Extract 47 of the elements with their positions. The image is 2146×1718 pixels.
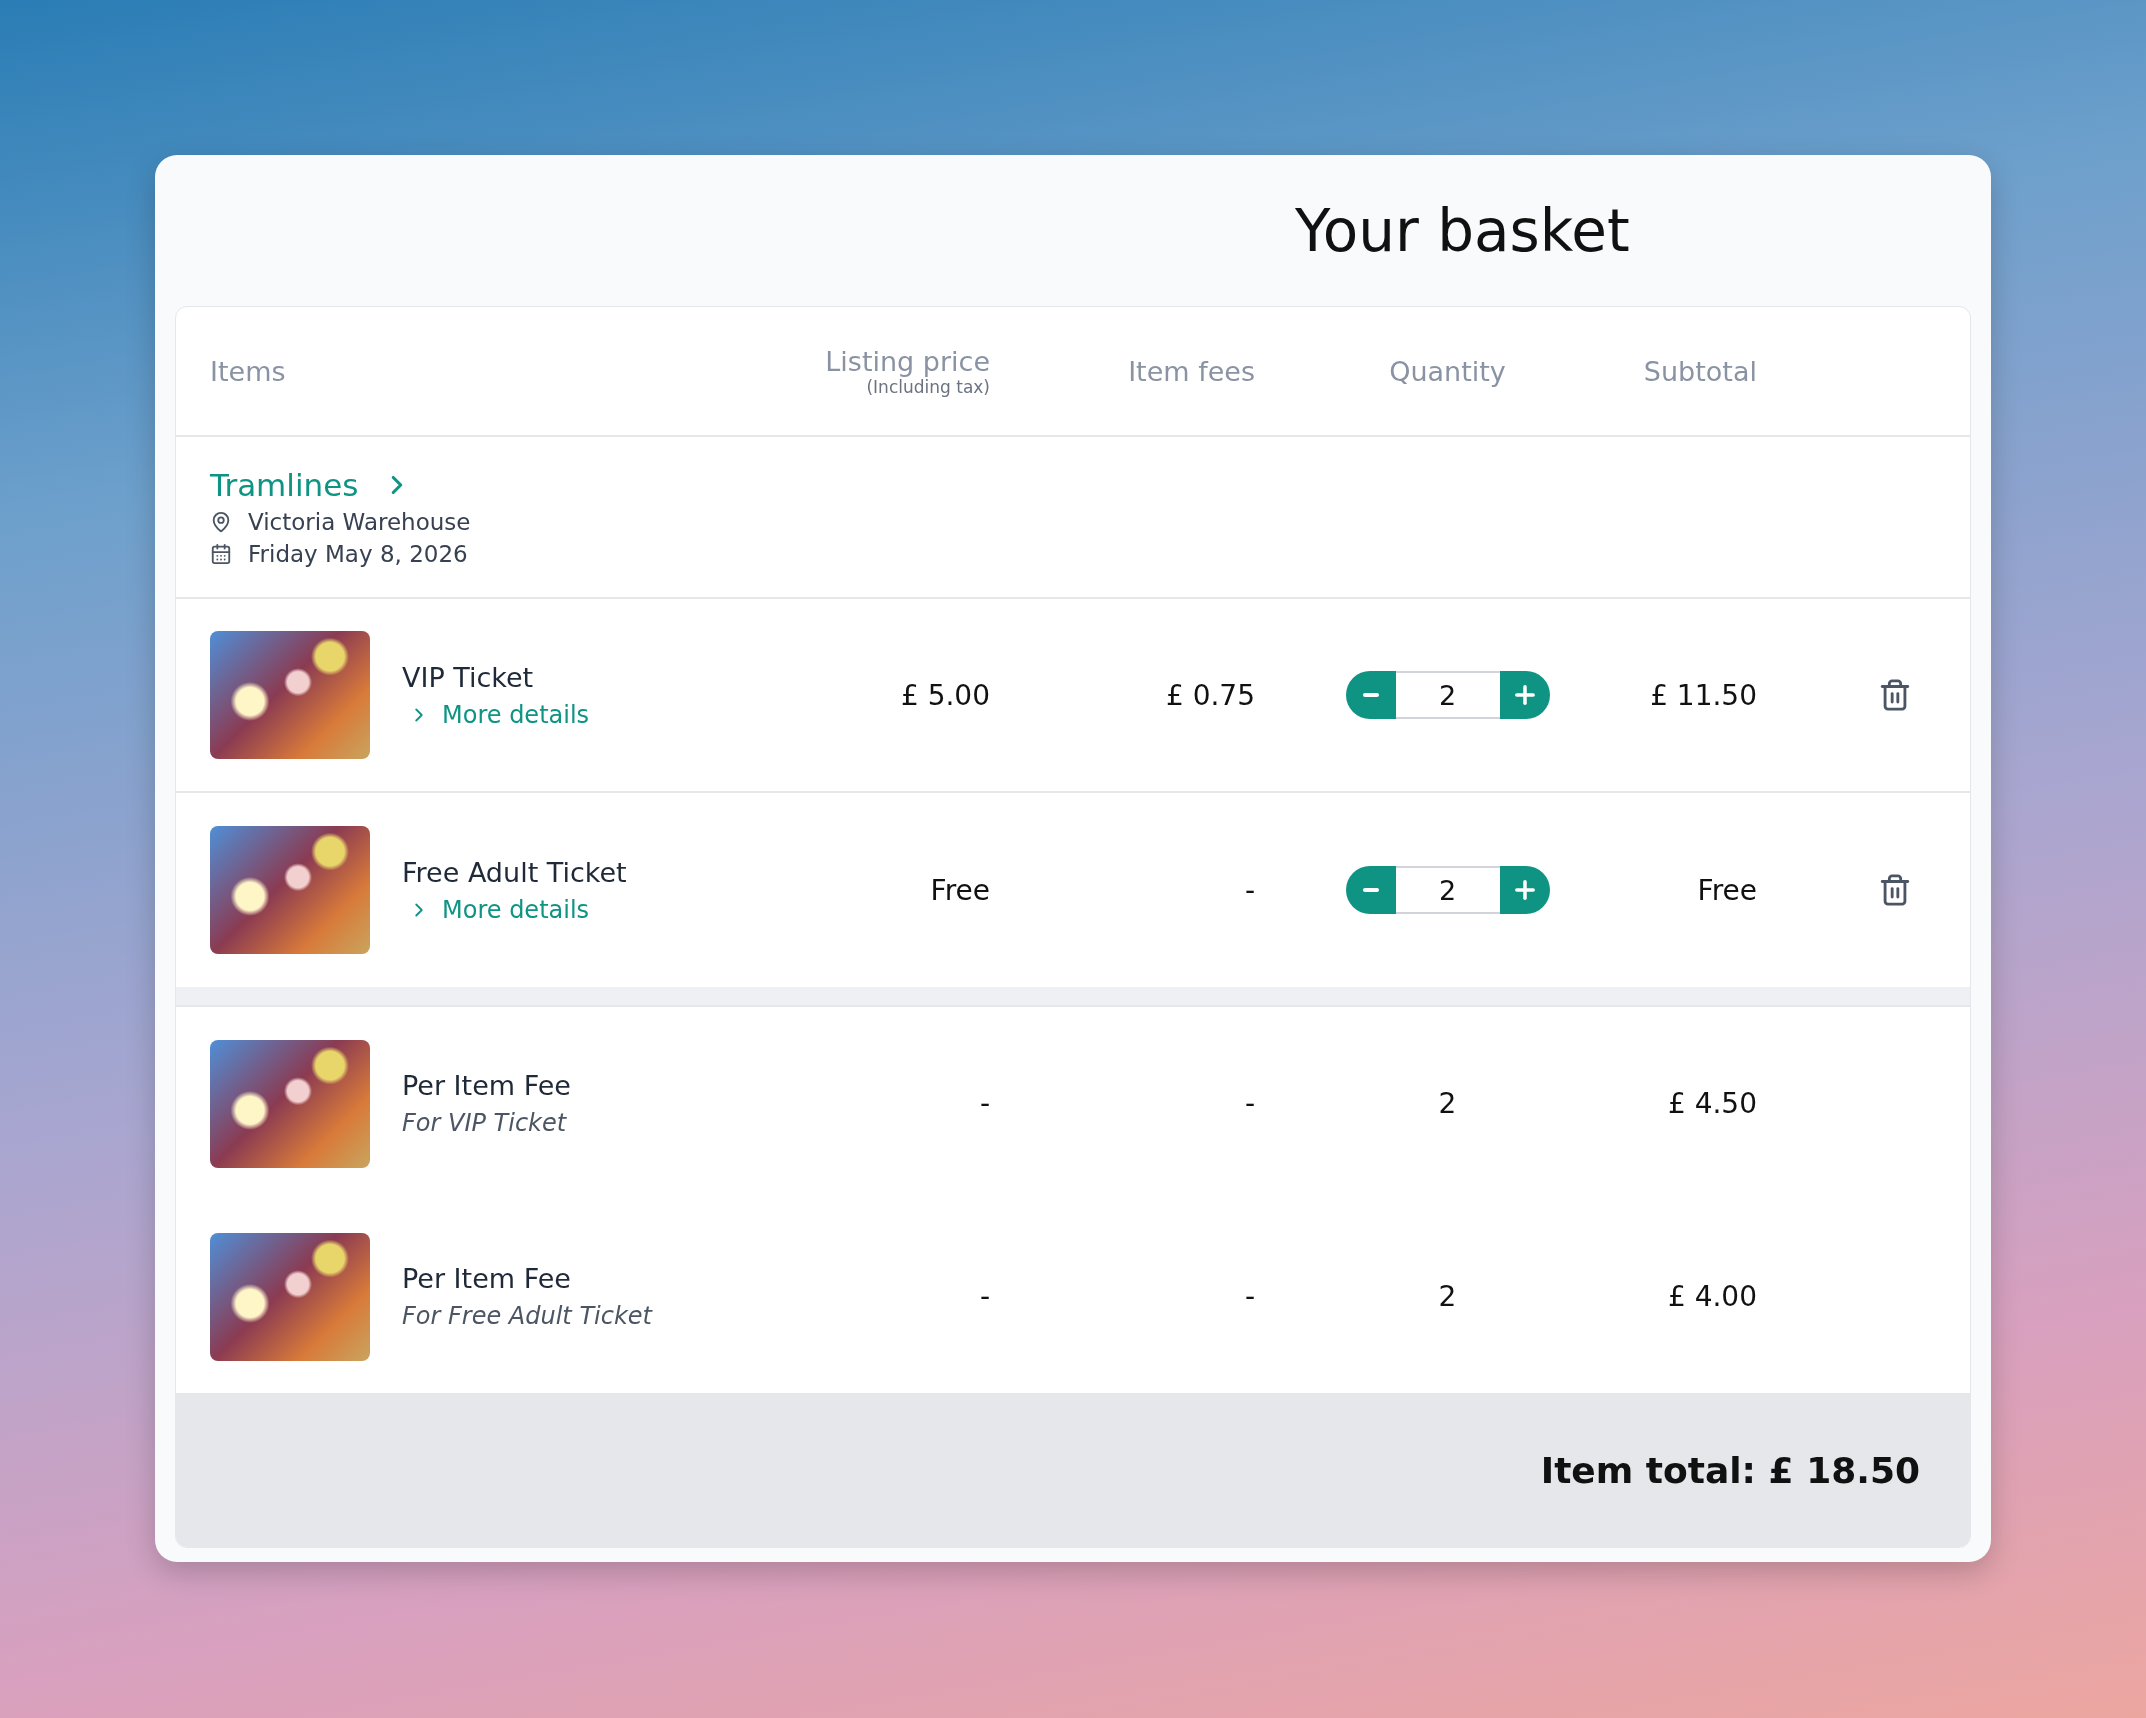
column-header: Quantity [1389,355,1506,387]
fee-note: For VIP Ticket [402,1109,568,1137]
minus-icon [1362,888,1379,892]
column-header: Listing price [825,345,990,377]
fee-name: Per Item Fee [402,1263,572,1294]
quantity: 2 [1438,1280,1457,1313]
listing-price: Free [930,873,990,907]
trash-icon [1878,678,1912,712]
item-fees: - [1244,1280,1255,1313]
decrease-button[interactable] [1345,866,1396,914]
increase-button[interactable] [1499,671,1550,719]
more-details-link[interactable]: More details [402,895,627,924]
subtotal: Free [1697,873,1757,907]
delete-button[interactable] [1878,678,1912,712]
delete-button[interactable] [1878,873,1912,907]
ticket-name: VIP Ticket [402,661,535,693]
event-link[interactable]: Tramlines [210,467,413,503]
trash-icon [1878,873,1912,907]
item-fees: - [1244,1087,1255,1120]
listing-price: - [979,1087,990,1120]
subtotal: £ 4.50 [1667,1087,1757,1120]
map-pin-icon [210,511,232,533]
fee-name: Per Item Fee [402,1070,571,1101]
calendar-icon [210,543,232,565]
page-title: Your basket [1294,195,1631,267]
listing-price: £ 5.00 [900,678,990,712]
listing-price: - [979,1280,990,1313]
item-fees: - [1244,873,1255,907]
subtotal: £ 4.00 [1667,1280,1757,1313]
quantity-field[interactable]: 2 [1395,671,1500,719]
minus-icon [1362,693,1379,697]
quantity: 2 [1438,1087,1457,1120]
item-total: Item total: £ 18.50 [1540,1449,1920,1491]
decrease-button[interactable] [1345,671,1396,719]
subtotal: £ 11.50 [1650,678,1757,712]
venue-text: Victoria Warehouse [248,509,471,535]
quantity-field[interactable]: 2 [1395,866,1500,914]
column-note: (Including tax) [866,376,990,397]
fee-note: For Free Adult Ticket [402,1302,652,1330]
column-header: Subtotal [1643,355,1757,387]
ticket-name: Free Adult Ticket [402,856,627,888]
column-header: Items [210,355,286,387]
item-fees: £ 0.75 [1165,678,1255,712]
increase-button[interactable] [1499,866,1550,914]
more-details-link[interactable]: More details [402,700,590,729]
column-header: Item fees [1128,355,1255,387]
date-text: Friday May 8, 2026 [248,541,468,567]
